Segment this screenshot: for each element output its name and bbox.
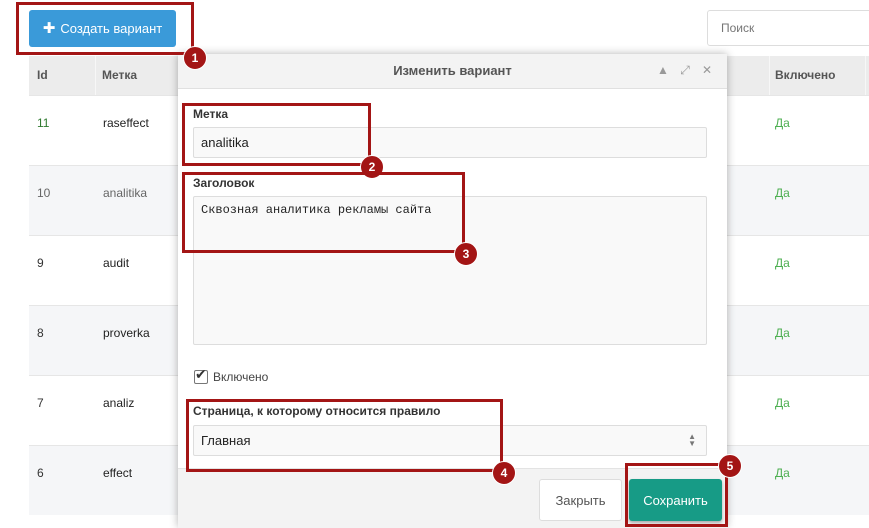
callout-badge-5: 5 xyxy=(718,454,742,478)
column-header-id[interactable]: Id xyxy=(37,56,48,95)
row-enabled: Да xyxy=(775,186,790,200)
callout-box-2 xyxy=(182,103,371,166)
row-enabled: Да xyxy=(775,466,790,480)
callout-box-4 xyxy=(186,399,503,472)
search-input[interactable] xyxy=(707,10,869,46)
row-label: analiz xyxy=(103,396,135,410)
row-id: 6 xyxy=(37,466,44,480)
column-divider xyxy=(769,56,770,95)
row-label: raseffect xyxy=(103,116,149,130)
row-enabled: Да xyxy=(775,116,790,130)
checkmark-icon: ✔ xyxy=(195,366,207,382)
row-id: 10 xyxy=(37,186,51,200)
row-label: effect xyxy=(103,466,133,480)
row-id: 9 xyxy=(37,256,44,270)
callout-badge-4: 4 xyxy=(492,461,516,485)
callout-box-5 xyxy=(625,463,728,527)
callout-badge-1: 1 xyxy=(183,46,207,70)
chevron-up-icon[interactable]: ▲ xyxy=(656,63,670,77)
expand-icon[interactable]: ⤢ xyxy=(678,63,692,77)
row-enabled: Да xyxy=(775,326,790,340)
row-enabled: Да xyxy=(775,396,790,410)
row-enabled: Да xyxy=(775,256,790,270)
column-divider xyxy=(95,56,96,95)
callout-box-1 xyxy=(16,2,194,55)
row-label: analitika xyxy=(103,186,148,200)
row-id: 11 xyxy=(37,116,50,130)
close-icon[interactable]: ✕ xyxy=(700,63,714,77)
row-label: audit xyxy=(103,256,130,270)
close-button[interactable]: Закрыть xyxy=(539,479,622,521)
modal-title: Изменить вариант xyxy=(393,63,512,78)
enabled-checkbox-row[interactable]: ✔ Включено xyxy=(194,366,269,384)
row-label: proverka xyxy=(103,326,150,340)
row-id: 8 xyxy=(37,326,44,340)
modal-header: Изменить вариант ▲ ⤢ ✕ xyxy=(178,54,727,89)
row-id: 7 xyxy=(37,396,44,410)
callout-box-3 xyxy=(182,172,465,253)
callout-badge-3: 3 xyxy=(454,242,478,266)
column-header-enabled[interactable]: Включено xyxy=(775,56,835,95)
enabled-checkbox-label: Включено xyxy=(213,370,269,384)
select-arrows-icon: ▲ ▼ xyxy=(688,432,696,448)
column-header-label[interactable]: Метка xyxy=(102,56,137,95)
column-divider xyxy=(865,56,866,95)
enabled-checkbox[interactable]: ✔ xyxy=(194,366,208,384)
